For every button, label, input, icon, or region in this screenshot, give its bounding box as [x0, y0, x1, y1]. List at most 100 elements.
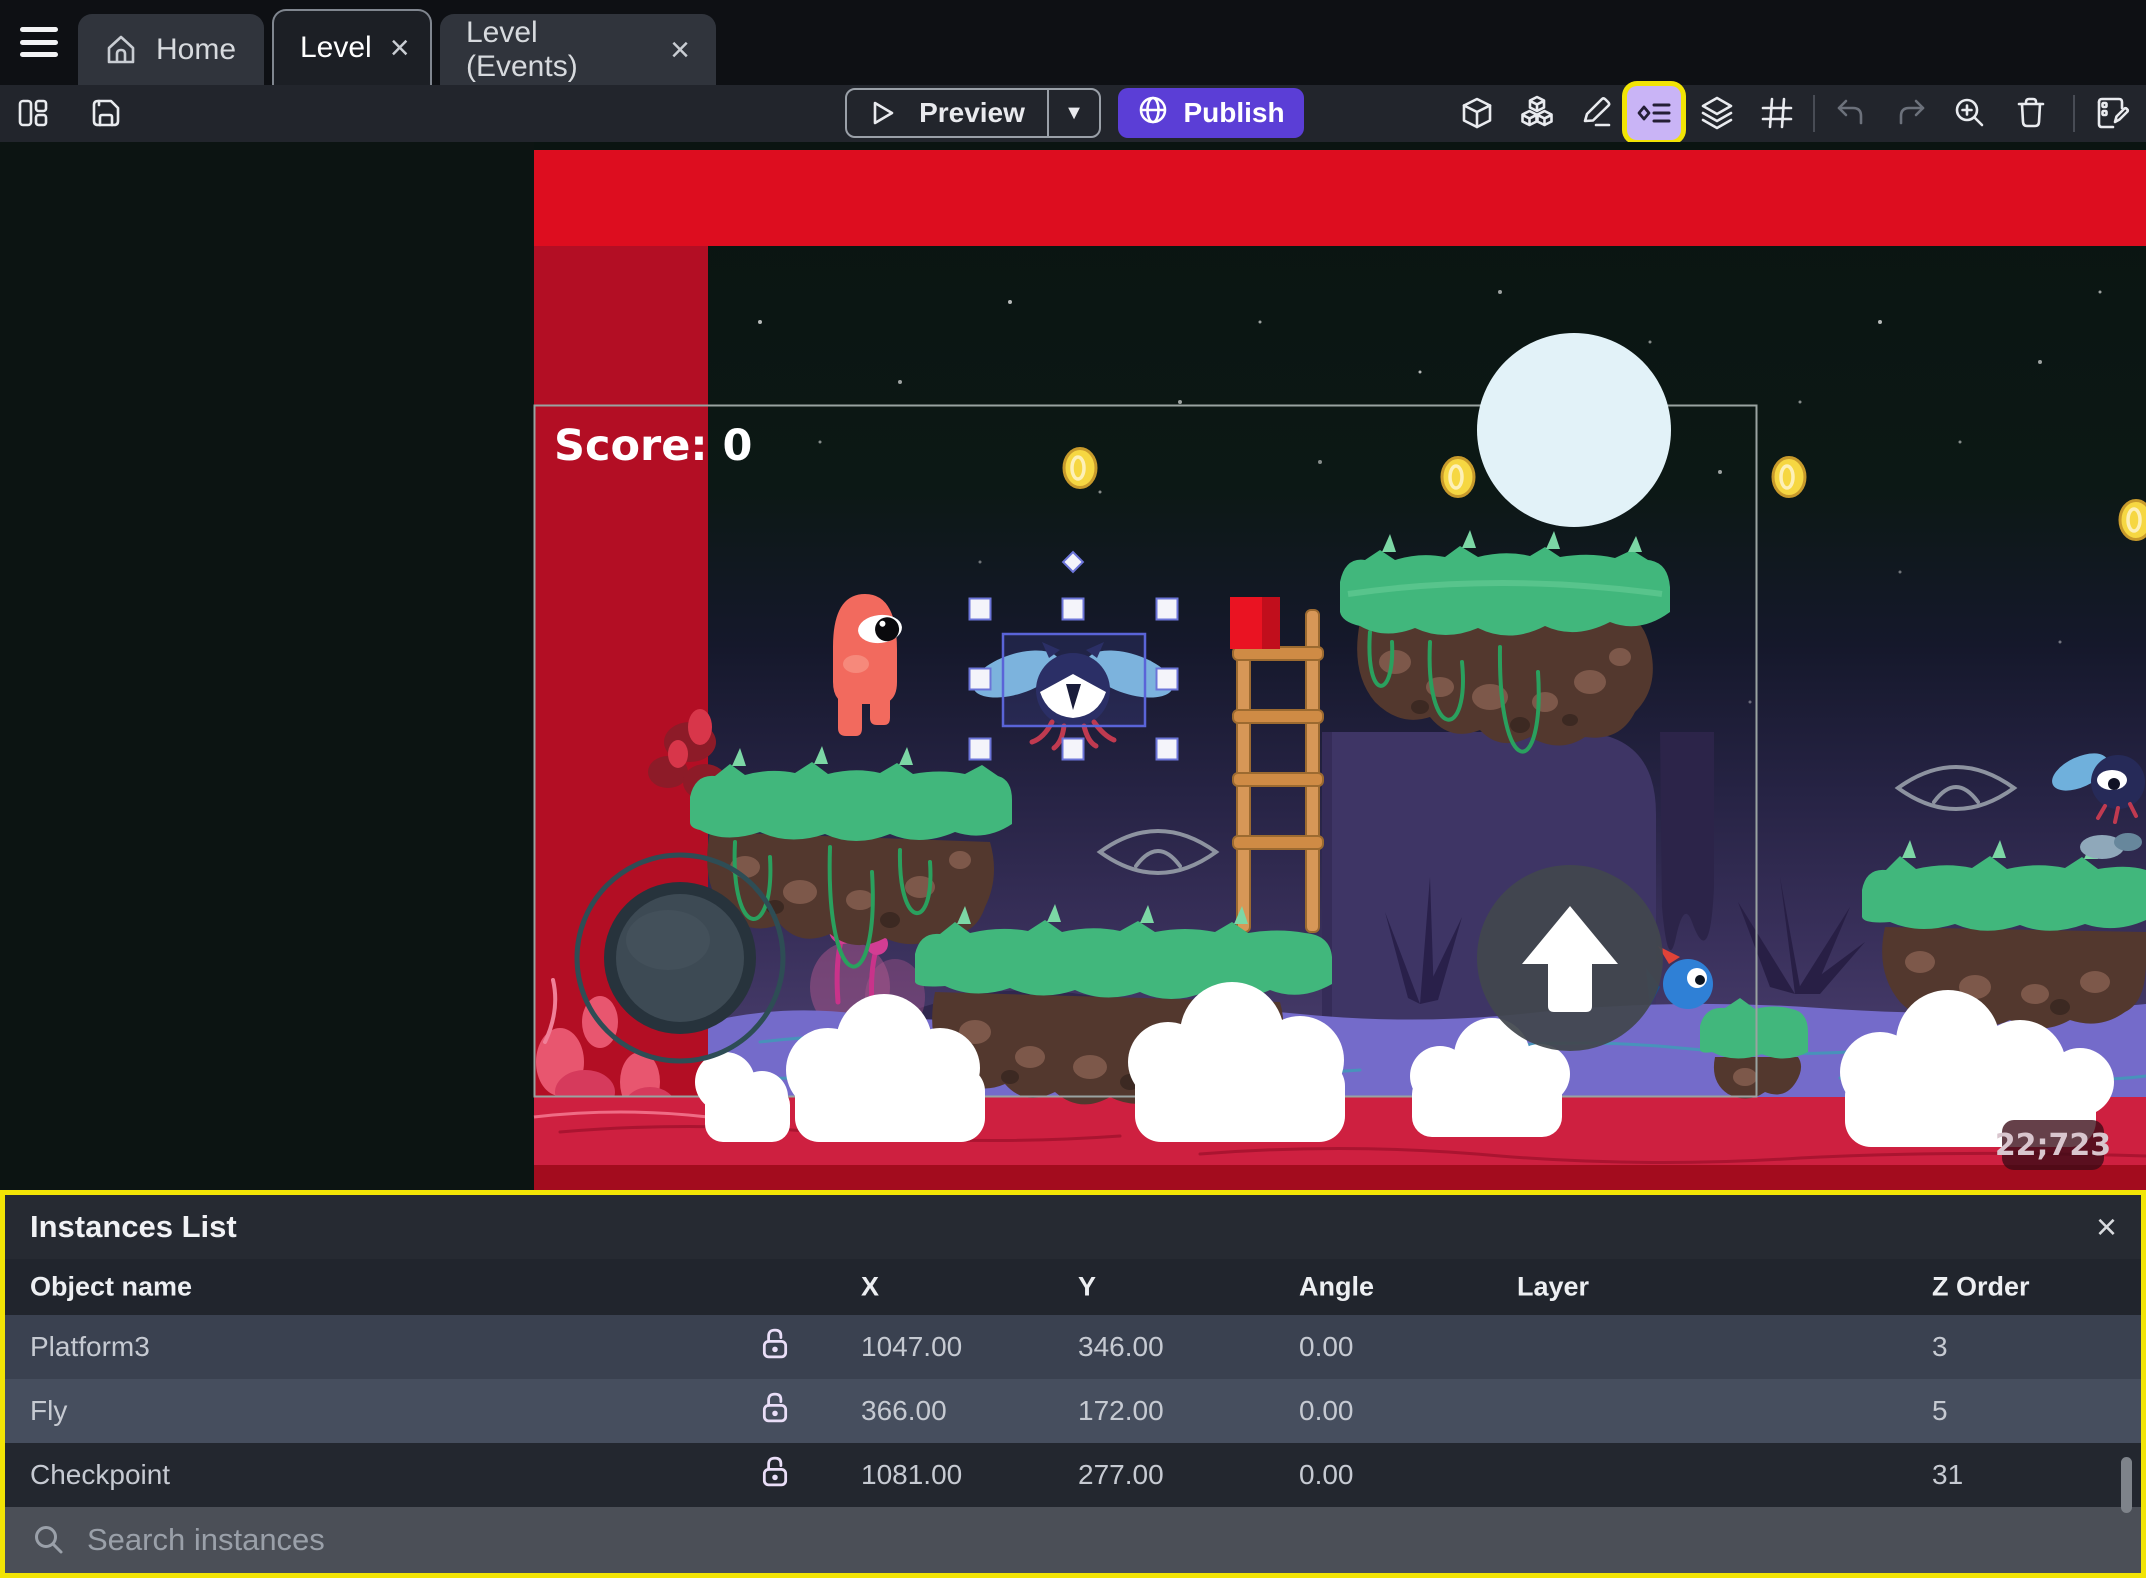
joystick-control[interactable]: [574, 852, 786, 1064]
globe-icon: [1137, 94, 1169, 133]
save-icon: [92, 99, 120, 127]
instances-table-header: Object name X Y Angle Layer Z Order: [5, 1259, 2141, 1315]
table-row-fly[interactable]: Fly 366.00 172.00 0.00 5: [5, 1379, 2141, 1443]
save-button[interactable]: [82, 89, 130, 137]
instances-list-icon: [1637, 103, 1671, 123]
row-object-name: Checkpoint: [30, 1459, 171, 1490]
tab-bar: Home Level × Level (Events) ×: [0, 0, 2146, 85]
instances-list-panel: Instances List × Object name X Y Angle L…: [0, 1190, 2146, 1578]
moon[interactable]: [1477, 333, 1671, 527]
top-red-band[interactable]: [534, 150, 2146, 246]
grid-icon: [1761, 97, 1793, 129]
coin: [1771, 456, 1807, 498]
panel-title-row: Instances List ×: [5, 1195, 2141, 1259]
scene-toolbar: Preview ▼ Publish: [0, 85, 2146, 142]
layers-icon: [1701, 96, 1733, 130]
cursor-coords-badge: 22;723: [1995, 1120, 2111, 1170]
row-object-name: Platform3: [30, 1331, 150, 1362]
publish-button[interactable]: Publish: [1118, 88, 1304, 138]
coin: [1062, 447, 1098, 489]
column-x[interactable]: X: [861, 1272, 879, 1303]
table-row-checkpoint[interactable]: Checkpoint 1081.00 277.00 0.00 31: [5, 1443, 2141, 1507]
edit-events-icon: [2097, 97, 2130, 129]
redo-button[interactable]: [1887, 89, 1935, 137]
preview-label: Preview: [919, 97, 1025, 128]
search-icon: [35, 1526, 63, 1554]
panel-title: Instances List: [30, 1209, 237, 1244]
row-z-value[interactable]: 5: [1932, 1395, 1948, 1427]
properties-button[interactable]: [1573, 89, 1621, 137]
cube-icon: [1462, 97, 1492, 129]
instances-list-button[interactable]: [1627, 86, 1681, 140]
search-row: [5, 1507, 2141, 1573]
coords-text: 22;723: [1995, 1128, 2111, 1163]
row-y-value[interactable]: 172.00: [1078, 1395, 1164, 1427]
home-icon: [104, 33, 138, 67]
undo-icon: [1837, 99, 1863, 125]
zoom-in-icon: [1955, 98, 1984, 127]
grid-button[interactable]: [1753, 89, 1801, 137]
scene-render: Score: 0 22;723: [0, 142, 2146, 1190]
gdevelop-editor: { "tabs": { "home": "Home", "level": "Le…: [0, 0, 2146, 1578]
undo-button[interactable]: [1827, 89, 1875, 137]
open-editors-panel-button[interactable]: [9, 89, 57, 137]
hamburger-icon: [20, 27, 58, 32]
lock-open-icon[interactable]: [761, 1392, 789, 1431]
row-x-value[interactable]: 1081.00: [861, 1459, 962, 1491]
lock-open-icon[interactable]: [761, 1456, 789, 1495]
outside-scene-area: [0, 142, 534, 1190]
preview-dropdown-button[interactable]: ▼: [1049, 102, 1099, 125]
row-z-value[interactable]: 31: [1932, 1459, 1963, 1491]
publish-label: Publish: [1183, 97, 1285, 128]
column-layer[interactable]: Layer: [1517, 1272, 1589, 1303]
main-menu-button[interactable]: [16, 21, 62, 63]
play-icon: [867, 98, 897, 128]
search-instances-input[interactable]: [87, 1522, 2141, 1558]
panel-close-button[interactable]: ×: [2096, 1209, 2117, 1245]
tab-level-events[interactable]: Level (Events) ×: [440, 14, 716, 85]
row-z-value[interactable]: 3: [1932, 1331, 1948, 1363]
score-hud-text: Score: 0: [554, 421, 752, 471]
row-angle-value[interactable]: 0.00: [1299, 1459, 1354, 1491]
tab-level-label: Level: [300, 31, 372, 64]
tab-level-close-icon[interactable]: ×: [372, 31, 410, 65]
row-y-value[interactable]: 346.00: [1078, 1331, 1164, 1363]
preview-button[interactable]: Preview ▼: [845, 88, 1101, 138]
objects-list-button[interactable]: [1453, 89, 1501, 137]
layers-button[interactable]: [1693, 89, 1741, 137]
close-icon: ×: [2095, 1206, 2117, 1247]
coin: [1440, 456, 1476, 498]
object-groups-button[interactable]: [1513, 89, 1561, 137]
tab-level[interactable]: Level ×: [272, 9, 432, 85]
trash-icon: [2017, 97, 2045, 128]
column-y[interactable]: Y: [1078, 1272, 1096, 1303]
redo-icon: [1899, 99, 1925, 125]
row-object-name: Fly: [30, 1395, 68, 1426]
pebble-decor: [2114, 833, 2142, 851]
tab-level-events-close-icon[interactable]: ×: [652, 33, 690, 67]
cubes-icon: [1521, 95, 1553, 127]
tab-home-label: Home: [156, 32, 237, 66]
lock-open-icon[interactable]: [761, 1328, 789, 1367]
jump-button[interactable]: [1477, 865, 1663, 1051]
layout-icon: [18, 99, 48, 127]
column-angle[interactable]: Angle: [1299, 1272, 1374, 1303]
tab-home[interactable]: Home: [78, 14, 264, 85]
row-y-value[interactable]: 277.00: [1078, 1459, 1164, 1491]
scene-editor-canvas[interactable]: Score: 0 22;723: [0, 142, 2146, 1190]
row-angle-value[interactable]: 0.00: [1299, 1395, 1354, 1427]
edit-events-button[interactable]: [2088, 89, 2136, 137]
row-x-value[interactable]: 366.00: [861, 1395, 947, 1427]
coin: [2118, 499, 2146, 541]
column-object-name[interactable]: Object name: [30, 1272, 192, 1303]
column-z-order[interactable]: Z Order: [1932, 1272, 2030, 1303]
pencil-icon: [1583, 97, 1611, 127]
panel-scrollbar-thumb[interactable]: [2121, 1457, 2132, 1513]
row-x-value[interactable]: 1047.00: [861, 1331, 962, 1363]
caret-down-icon: ▼: [1064, 101, 1084, 124]
table-row-platform3[interactable]: Platform3 1047.00 346.00 0.00 3: [5, 1315, 2141, 1379]
delete-button[interactable]: [2007, 89, 2055, 137]
row-angle-value[interactable]: 0.00: [1299, 1331, 1354, 1363]
toolbar-separator: [2073, 95, 2075, 132]
zoom-button[interactable]: [1946, 89, 1994, 137]
